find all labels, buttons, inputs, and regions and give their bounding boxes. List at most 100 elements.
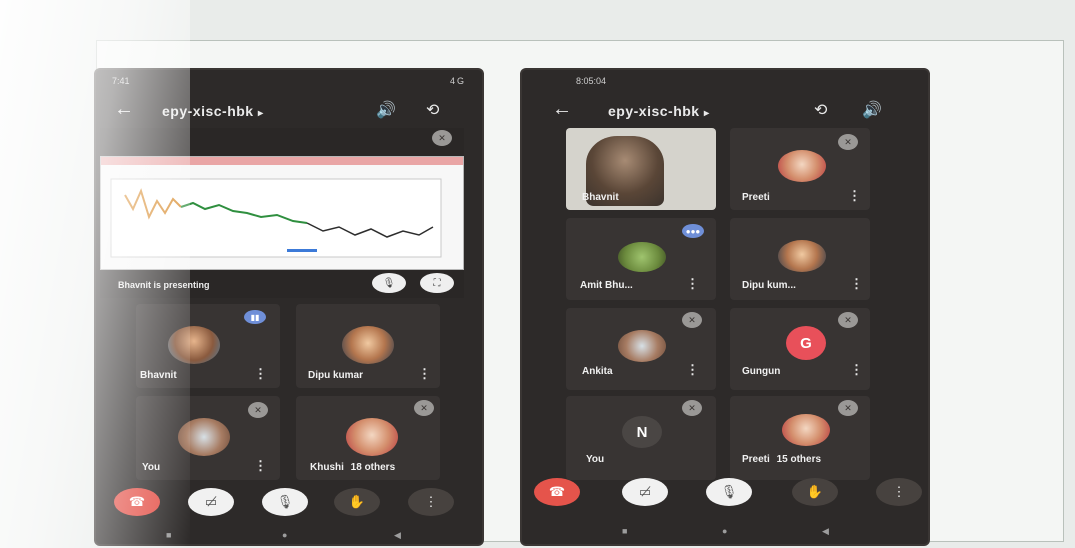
nav-recents-icon[interactable]: ■ <box>622 526 627 536</box>
nav-back-icon[interactable]: ◀ <box>822 526 829 537</box>
participant-tile-bhavnit[interactable]: ▮▮ Bhavnit ⋮ <box>136 304 280 388</box>
end-call-button[interactable]: ☎ <box>534 478 580 506</box>
mic-off-icon: ✕ <box>414 400 434 416</box>
participant-tile-you[interactable]: ✕ N You <box>566 396 716 480</box>
more-options-icon[interactable]: ⋮ <box>254 366 267 382</box>
others-count: 18 others <box>350 462 396 473</box>
status-network: 4G <box>449 76 466 86</box>
nav-recents-icon[interactable]: ■ <box>166 530 171 540</box>
status-bar: 7:41 4G <box>96 76 482 90</box>
camera-switch-icon[interactable]: ⟲ <box>814 100 827 120</box>
participant-tile-khushi-others[interactable]: ✕ Khushi 18 others <box>296 396 440 480</box>
end-call-button[interactable]: ☎ <box>114 488 160 516</box>
participant-name: Ankita <box>582 366 613 377</box>
hand-icon: ✋ <box>806 484 824 499</box>
chevron-right-icon: ▸ <box>257 108 264 119</box>
avatar: N <box>622 416 662 448</box>
avatar <box>342 326 394 364</box>
participant-tile-dipu-kumar[interactable]: Dipu kum... ⋮ <box>730 218 870 300</box>
speaking-indicator-icon: ▮▮ <box>244 310 266 324</box>
more-options-button[interactable]: ⋮ <box>876 478 922 506</box>
speaker-icon[interactable]: 🔊 <box>862 100 882 120</box>
participant-name: Gungun <box>742 366 781 377</box>
mic-off-icon: ✕ <box>432 130 452 146</box>
status-time: 8:05:04 <box>576 76 607 86</box>
camera-switch-icon[interactable]: ⟲ <box>426 100 439 120</box>
participant-tile-you[interactable]: ✕ You ⋮ <box>136 396 280 480</box>
more-options-icon[interactable]: ⋮ <box>686 362 699 378</box>
mic-off-icon: ✕ <box>838 134 858 150</box>
more-options-icon[interactable]: ⋮ <box>254 458 267 474</box>
arrow-back-icon[interactable]: ← <box>552 98 572 121</box>
status-time: 7:41 <box>112 76 130 86</box>
camera-off-icon: ▭̸ <box>638 484 652 499</box>
participant-tile-gungun[interactable]: ✕ G Gungun ⋮ <box>730 308 870 390</box>
meeting-code[interactable]: epy-xisc-hbk ▸ <box>162 103 264 119</box>
avatar <box>618 242 666 272</box>
presenting-banner: Bhavnit is presenting <box>118 280 210 290</box>
mic-off-icon: ✕ <box>838 312 858 328</box>
participant-tile-ankita[interactable]: ✕ Ankita ⋮ <box>566 308 716 390</box>
participant-name: You <box>586 454 605 465</box>
more-options-icon[interactable]: ⋮ <box>418 366 431 382</box>
participant-tile-preeti[interactable]: ✕ Preeti ⋮ <box>730 128 870 210</box>
shared-screen <box>100 156 464 270</box>
more-vert-icon: ⋮ <box>892 484 906 499</box>
mic-off-icon: ✕ <box>838 400 858 416</box>
avatar <box>346 418 398 456</box>
speaking-indicator-icon: ●●● <box>682 224 704 238</box>
raise-hand-button[interactable]: ✋ <box>792 478 838 506</box>
avatar <box>618 330 666 362</box>
more-options-button[interactable]: ⋮ <box>408 488 454 516</box>
participant-name: Bhavnit <box>582 192 619 203</box>
avatar <box>782 414 830 446</box>
shared-chart-image <box>110 178 442 258</box>
right-phone-screen: 8:05:04 ← epy-xisc-hbk ▸ ⟲ 🔊 Bhavnit ✕ P… <box>522 70 928 544</box>
hand-icon: ✋ <box>348 494 366 509</box>
participant-tile-dipu-kumar[interactable]: Dipu kumar ⋮ <box>296 304 440 388</box>
participant-name: Bhavnit <box>140 370 177 381</box>
participant-tile-bhavnit[interactable]: Bhavnit <box>566 128 716 210</box>
nav-back-icon[interactable]: ◀ <box>394 530 401 541</box>
chevron-right-icon: ▸ <box>703 108 710 119</box>
arrow-back-icon[interactable]: ← <box>114 98 134 121</box>
status-bar: 8:05:04 <box>522 76 928 90</box>
participant-name: Preeti 15 others <box>742 454 821 465</box>
participant-name: Preeti <box>742 192 770 203</box>
participant-name: Amit Bhu... <box>580 280 633 291</box>
more-options-icon[interactable]: ⋮ <box>848 188 861 204</box>
presentation-area: ✕ Bhavnit is presenting 🎙 ⛶ <box>100 128 464 298</box>
mic-off-icon: ✕ <box>682 312 702 328</box>
avatar <box>778 150 826 182</box>
meeting-header: ← epy-xisc-hbk ▸ 🔊 ⟲ <box>96 94 482 128</box>
shared-screen-topbar <box>101 157 463 165</box>
more-options-icon[interactable]: ⋮ <box>850 276 863 292</box>
participant-tile-preeti-others[interactable]: ✕ Preeti 15 others <box>730 396 870 480</box>
avatar <box>178 418 230 456</box>
camera-toggle-button[interactable]: ▭̸ <box>622 478 668 506</box>
others-count: 15 others <box>776 454 822 465</box>
mic-toggle-button[interactable]: 🎙 <box>262 488 308 516</box>
more-options-icon[interactable]: ⋮ <box>686 276 699 292</box>
meeting-code-text: epy-xisc-hbk <box>608 103 700 119</box>
meeting-code-text: epy-xisc-hbk <box>162 103 254 119</box>
mic-off-icon: 🎙 <box>276 494 294 509</box>
meeting-code[interactable]: epy-xisc-hbk ▸ <box>608 103 710 119</box>
fullscreen-icon[interactable]: ⛶ <box>420 273 454 293</box>
mic-toggle-button[interactable]: 🎙 <box>706 478 752 506</box>
raise-hand-button[interactable]: ✋ <box>334 488 380 516</box>
participant-name: Dipu kum... <box>742 280 796 291</box>
nav-home-icon[interactable]: ● <box>722 526 727 536</box>
more-options-icon[interactable]: ⋮ <box>850 362 863 378</box>
participant-name: You <box>142 462 161 473</box>
participant-name: Dipu kumar <box>308 370 364 381</box>
participant-first-name: Khushi <box>310 462 344 473</box>
camera-off-icon: ▭̸ <box>204 494 218 509</box>
more-vert-icon: ⋮ <box>424 494 438 509</box>
avatar <box>778 240 826 272</box>
camera-toggle-button[interactable]: ▭̸ <box>188 488 234 516</box>
participant-tile-amit[interactable]: ●●● Amit Bhu... ⋮ <box>566 218 716 300</box>
nav-home-icon[interactable]: ● <box>282 530 287 540</box>
speaker-icon[interactable]: 🔊 <box>376 100 396 120</box>
mic-off-icon[interactable]: 🎙 <box>372 273 406 293</box>
